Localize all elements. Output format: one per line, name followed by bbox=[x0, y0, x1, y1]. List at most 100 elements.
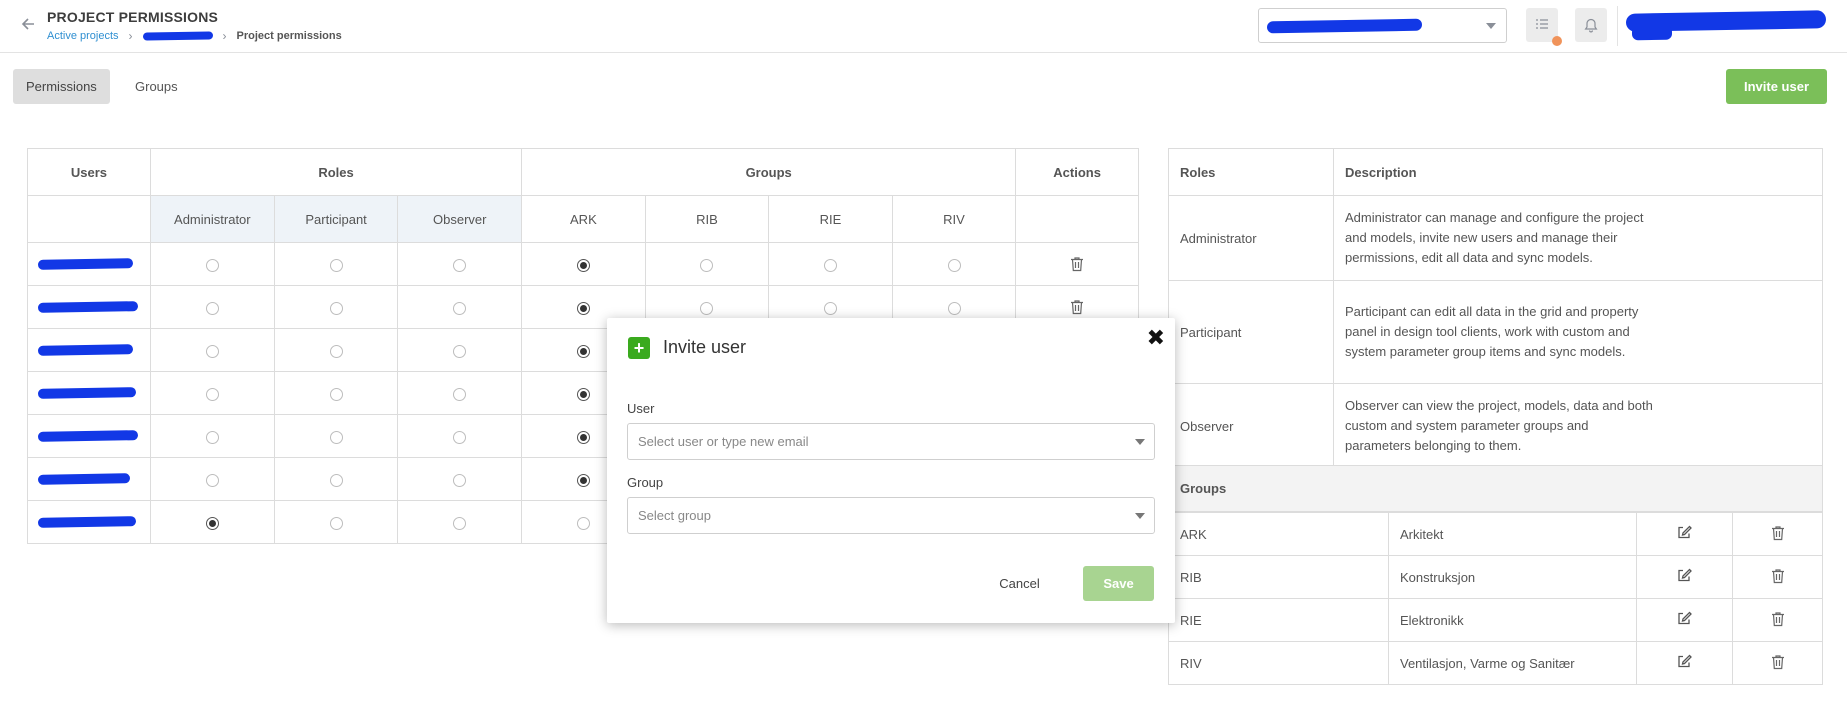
user-name-redacted bbox=[37, 429, 139, 442]
group-row: RIE Elektronikk bbox=[1168, 598, 1823, 642]
role-radio-observer[interactable] bbox=[453, 301, 467, 315]
group-radio-riv[interactable] bbox=[947, 258, 961, 272]
role-radio-observer[interactable] bbox=[453, 258, 467, 272]
edit-icon[interactable] bbox=[1677, 654, 1692, 672]
role-radio-administrator[interactable] bbox=[205, 387, 219, 401]
group-name: Konstruksjon bbox=[1388, 555, 1637, 599]
groups-table-body: ARK Arkitekt RIB Konstruksjon RIE Elektronikk… bbox=[1168, 512, 1823, 685]
edit-cell bbox=[1636, 512, 1733, 556]
role-radio-administrator[interactable] bbox=[205, 258, 219, 272]
users-subheader-empty bbox=[27, 195, 151, 243]
invite-user-button[interactable]: Invite user bbox=[1726, 69, 1827, 104]
role-radio-administrator[interactable] bbox=[205, 473, 219, 487]
actions-subheader-empty bbox=[1015, 195, 1139, 243]
trash-icon[interactable] bbox=[1771, 611, 1785, 630]
edit-icon[interactable] bbox=[1677, 525, 1692, 543]
edit-icon[interactable] bbox=[1677, 611, 1692, 629]
group-radio-rie[interactable] bbox=[823, 258, 837, 272]
back-arrow-icon[interactable] bbox=[19, 15, 37, 33]
role-radio-cell bbox=[273, 414, 399, 458]
role-radio-observer[interactable] bbox=[453, 430, 467, 444]
role-radio-cell bbox=[397, 285, 523, 329]
trash-icon[interactable] bbox=[1771, 654, 1785, 673]
group-row: RIV Ventilasjon, Varme og Sanitær bbox=[1168, 641, 1823, 685]
groups-panel-title: Groups bbox=[1168, 465, 1823, 512]
group-radio-ark[interactable] bbox=[576, 473, 590, 487]
user-select[interactable]: Select user or type new email bbox=[627, 423, 1155, 460]
group-name: Arkitekt bbox=[1388, 512, 1637, 556]
role-description: Observer can view the project, models, d… bbox=[1345, 398, 1653, 453]
group-radio-ark[interactable] bbox=[576, 344, 590, 358]
group-radio-rib[interactable] bbox=[700, 301, 714, 315]
actions-column-header: Actions bbox=[1015, 148, 1139, 196]
group-row: ARK Arkitekt bbox=[1168, 512, 1823, 556]
user-cell bbox=[27, 500, 151, 544]
group-radio-ark[interactable] bbox=[576, 387, 590, 401]
role-radio-observer[interactable] bbox=[453, 344, 467, 358]
role-radio-cell bbox=[273, 500, 399, 544]
group-radio-rib[interactable] bbox=[700, 258, 714, 272]
role-radio-administrator[interactable] bbox=[205, 301, 219, 315]
organization-select[interactable] bbox=[1258, 8, 1507, 43]
user-name-redacted bbox=[37, 343, 134, 356]
delete-cell bbox=[1732, 598, 1823, 642]
group-code: RIV bbox=[1168, 641, 1389, 685]
role-radio-observer[interactable] bbox=[453, 516, 467, 530]
tab-permissions[interactable]: Permissions bbox=[13, 69, 110, 104]
edit-icon[interactable] bbox=[1677, 568, 1692, 586]
page-title: PROJECT PERMISSIONS bbox=[47, 9, 219, 25]
breadcrumb-active-projects[interactable]: Active projects bbox=[47, 30, 119, 42]
notifications-button[interactable] bbox=[1575, 8, 1607, 42]
group-radio-ark[interactable] bbox=[576, 516, 590, 530]
role-name: Participant bbox=[1168, 280, 1334, 384]
breadcrumb-project-redacted[interactable] bbox=[142, 31, 213, 41]
trash-icon[interactable] bbox=[1771, 525, 1785, 544]
role-radio-participant[interactable] bbox=[329, 430, 343, 444]
user-select-placeholder: Select user or type new email bbox=[638, 434, 809, 449]
group-radio-cell bbox=[644, 242, 770, 286]
user-cell bbox=[27, 242, 151, 286]
table-row bbox=[27, 242, 1139, 286]
group-radio-rie[interactable] bbox=[823, 301, 837, 315]
group-radio-ark[interactable] bbox=[576, 430, 590, 444]
role-radio-cell bbox=[149, 285, 275, 329]
role-radio-participant[interactable] bbox=[329, 473, 343, 487]
avatar bbox=[1631, 25, 1673, 41]
close-icon[interactable]: ✖ bbox=[1147, 325, 1165, 351]
role-radio-administrator[interactable] bbox=[205, 516, 219, 530]
invite-user-modal: + Invite user ✖ User Select user or type… bbox=[607, 318, 1175, 623]
trash-icon[interactable] bbox=[1771, 568, 1785, 587]
role-radio-participant[interactable] bbox=[329, 301, 343, 315]
role-radio-observer[interactable] bbox=[453, 473, 467, 487]
user-name-redacted bbox=[37, 472, 131, 485]
group-radio-ark[interactable] bbox=[576, 301, 590, 315]
group-select[interactable]: Select group bbox=[627, 497, 1155, 534]
role-radio-participant[interactable] bbox=[329, 258, 343, 272]
chevron-down-icon bbox=[1486, 23, 1496, 29]
role-radio-administrator[interactable] bbox=[205, 430, 219, 444]
bell-icon bbox=[1584, 18, 1598, 32]
role-radio-participant[interactable] bbox=[329, 344, 343, 358]
group-radio-ark[interactable] bbox=[576, 258, 590, 272]
trash-icon[interactable] bbox=[1070, 256, 1084, 272]
edit-cell bbox=[1636, 641, 1733, 685]
cancel-button[interactable]: Cancel bbox=[987, 566, 1052, 601]
role-radio-participant[interactable] bbox=[329, 516, 343, 530]
user-cell bbox=[27, 328, 151, 372]
role-radio-observer[interactable] bbox=[453, 387, 467, 401]
group-radio-riv[interactable] bbox=[947, 301, 961, 315]
user-menu[interactable] bbox=[1625, 8, 1830, 44]
header-divider bbox=[1617, 6, 1618, 46]
tasks-button[interactable] bbox=[1526, 8, 1562, 46]
user-cell bbox=[27, 371, 151, 415]
notification-dot bbox=[1552, 36, 1562, 46]
save-button[interactable]: Save bbox=[1083, 566, 1154, 601]
role-description-cell: Administrator can manage and configure t… bbox=[1333, 195, 1823, 281]
role-radio-participant[interactable] bbox=[329, 387, 343, 401]
role-radio-administrator[interactable] bbox=[205, 344, 219, 358]
tab-groups[interactable]: Groups bbox=[122, 69, 191, 104]
role-row: Participant Participant can edit all dat… bbox=[1168, 280, 1823, 384]
edit-cell bbox=[1636, 598, 1733, 642]
user-name-redacted bbox=[37, 257, 134, 270]
trash-icon[interactable] bbox=[1070, 299, 1084, 315]
